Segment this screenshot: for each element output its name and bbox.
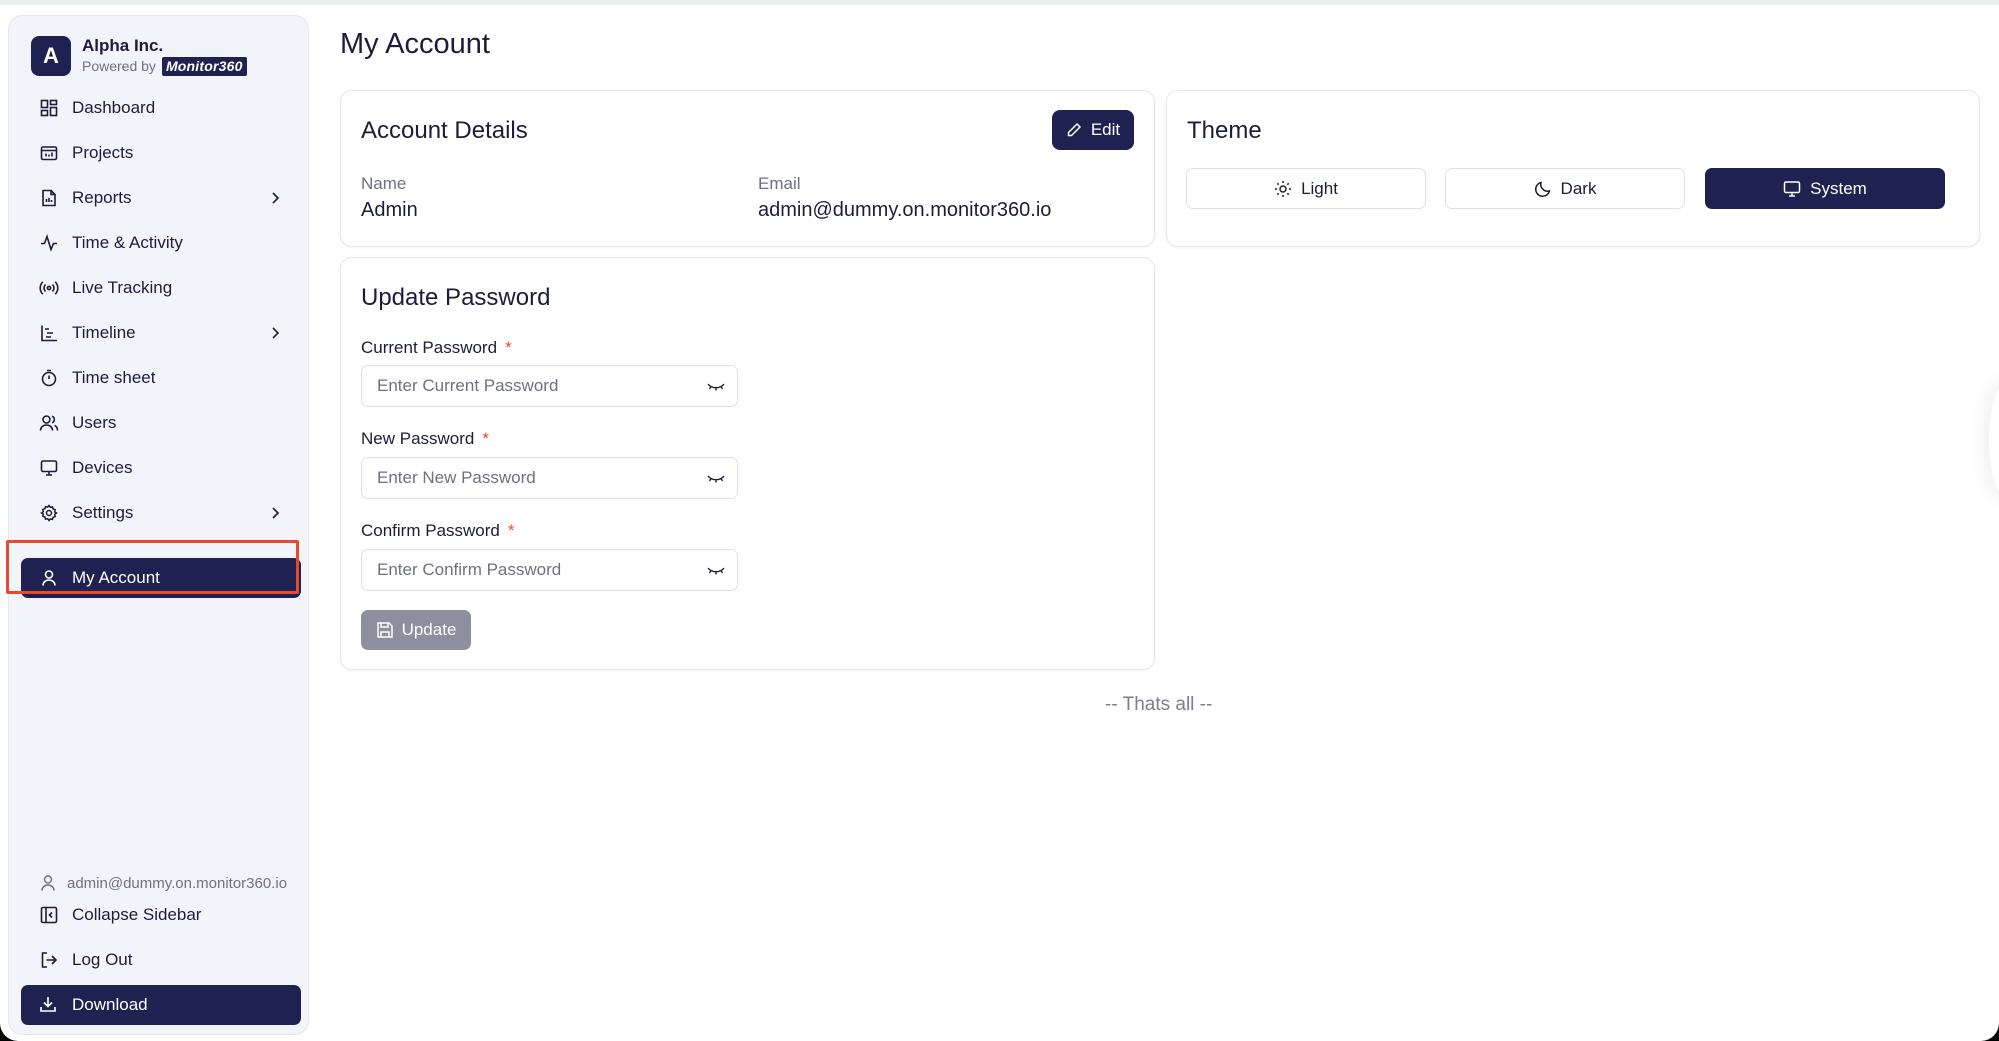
pencil-icon: [1066, 122, 1082, 138]
timer-icon: [39, 368, 59, 388]
sidebar-item-label: Settings: [72, 503, 134, 522]
sidebar-item-devices[interactable]: Devices: [21, 448, 301, 488]
account-details-card: Account Details Edit Name Admin Email ad…: [340, 90, 1155, 247]
sidebar-item-label: Reports: [72, 188, 132, 207]
monitor-icon: [39, 458, 59, 478]
name-value: Admin: [361, 199, 418, 221]
update-password-card: Update Password Current Password * New Pa…: [340, 257, 1155, 670]
monitor-icon: [1783, 180, 1801, 198]
sidebar-item-settings[interactable]: Settings: [21, 493, 301, 533]
theme-light-label: Light: [1301, 178, 1338, 198]
new-password-label: New Password *: [361, 429, 489, 449]
sidebar-item-label: Devices: [72, 458, 133, 477]
top-border: [0, 0, 1999, 5]
page-title: My Account: [340, 28, 490, 60]
selection-highlight: [6, 540, 299, 594]
required-asterisk: *: [482, 429, 489, 448]
theme-title: Theme: [1187, 117, 1262, 144]
update-button[interactable]: Update: [361, 610, 471, 650]
sidebar-item-label: Time sheet: [72, 368, 156, 387]
brand-text: Alpha Inc. Powered by Monitor360: [82, 36, 247, 76]
required-asterisk: *: [505, 338, 512, 357]
save-icon: [376, 621, 394, 639]
confirm-password-input[interactable]: [361, 549, 738, 591]
edge-shadow: [1989, 380, 1999, 500]
edit-label: Edit: [1090, 120, 1121, 139]
sidebar-item-label: Time & Activity: [72, 233, 183, 252]
email-label: Email: [758, 174, 801, 193]
theme-light-button[interactable]: Light: [1186, 168, 1426, 209]
end-of-content-note: -- Thats all --: [1105, 694, 1213, 715]
theme-card: Theme Light Dark System: [1166, 90, 1980, 247]
logout-icon: [39, 950, 59, 970]
dashboard-icon: [39, 98, 59, 118]
sidebar-item-dashboard[interactable]: Dashboard: [21, 88, 301, 128]
live-tracking-icon: [39, 278, 59, 298]
sidebar-item-timeline[interactable]: Timeline: [21, 313, 301, 353]
chevron-right-icon: [265, 323, 285, 343]
brand-name: Alpha Inc.: [82, 36, 164, 55]
theme-dark-label: Dark: [1560, 178, 1597, 198]
update-label: Update: [401, 620, 457, 639]
download-button[interactable]: Download: [21, 985, 301, 1025]
reports-icon: [39, 188, 59, 208]
projects-icon: [39, 143, 59, 163]
theme-system-button[interactable]: System: [1705, 168, 1945, 209]
eye-closed-icon[interactable]: [706, 380, 726, 394]
sidebar-item-users[interactable]: Users: [21, 403, 301, 443]
logout-label: Log Out: [72, 950, 133, 969]
current-password-label-text: Current Password: [361, 338, 498, 357]
sidebar-item-label: Projects: [72, 143, 134, 162]
theme-dark-button[interactable]: Dark: [1445, 168, 1685, 209]
sidebar-item-live-tracking[interactable]: Live Tracking: [21, 268, 301, 308]
activity-icon: [39, 233, 59, 253]
sidebar-collapse-icon: [39, 905, 59, 925]
sidebar-item-label: Users: [72, 413, 117, 432]
sidebar-item-projects[interactable]: Projects: [21, 133, 301, 173]
name-label: Name: [361, 174, 407, 193]
timeline-icon: [39, 323, 59, 343]
download-icon: [39, 995, 59, 1015]
current-password-input[interactable]: [361, 365, 738, 407]
monitor360-logo: Monitor360: [161, 56, 247, 76]
confirm-password-label: Confirm Password *: [361, 521, 515, 541]
theme-system-label: System: [1810, 178, 1867, 198]
sidebar: A Alpha Inc. Powered by Monitor360 Dashb…: [8, 15, 309, 1035]
user-email-text: admin@dummy.on.monitor360.io: [67, 874, 288, 892]
email-value: admin@dummy.on.monitor360.io: [758, 199, 1052, 221]
account-details-title: Account Details: [361, 117, 528, 144]
sidebar-user-email: admin@dummy.on.monitor360.io: [39, 874, 287, 892]
chevron-right-icon: [265, 188, 285, 208]
users-icon: [39, 413, 59, 433]
gear-icon: [39, 503, 59, 523]
required-asterisk: *: [507, 521, 515, 540]
sidebar-item-label: Live Tracking: [72, 278, 173, 297]
sidebar-item-label: Dashboard: [72, 98, 156, 117]
moon-icon: [1534, 180, 1552, 198]
download-label: Download: [72, 995, 148, 1014]
collapse-sidebar-label: Collapse Sidebar: [72, 905, 202, 924]
brand[interactable]: A Alpha Inc. Powered by Monitor360: [31, 34, 247, 78]
chevron-right-icon: [265, 503, 285, 523]
sidebar-item-time-activity[interactable]: Time & Activity: [21, 223, 301, 263]
user-icon: [39, 874, 57, 892]
current-password-label: Current Password *: [361, 338, 512, 358]
eye-closed-icon[interactable]: [706, 564, 726, 578]
edit-button[interactable]: Edit: [1052, 110, 1134, 150]
sidebar-item-label: Timeline: [72, 323, 136, 342]
app-window: A Alpha Inc. Powered by Monitor360 Dashb…: [0, 0, 1999, 1041]
eye-closed-icon[interactable]: [706, 472, 726, 486]
sidebar-item-time-sheet[interactable]: Time sheet: [21, 358, 301, 398]
collapse-sidebar-button[interactable]: Collapse Sidebar: [21, 895, 301, 935]
new-password-label-text: New Password: [361, 429, 475, 448]
update-password-title: Update Password: [361, 284, 551, 311]
powered-by-text: Powered by: [82, 58, 156, 74]
brand-avatar: A: [31, 36, 71, 76]
sun-icon: [1274, 180, 1292, 198]
logout-button[interactable]: Log Out: [21, 940, 301, 980]
brand-powered-by: Powered by Monitor360: [82, 56, 247, 76]
confirm-password-label-text: Confirm Password: [361, 521, 500, 540]
new-password-input[interactable]: [361, 457, 738, 499]
sidebar-item-reports[interactable]: Reports: [21, 178, 301, 218]
